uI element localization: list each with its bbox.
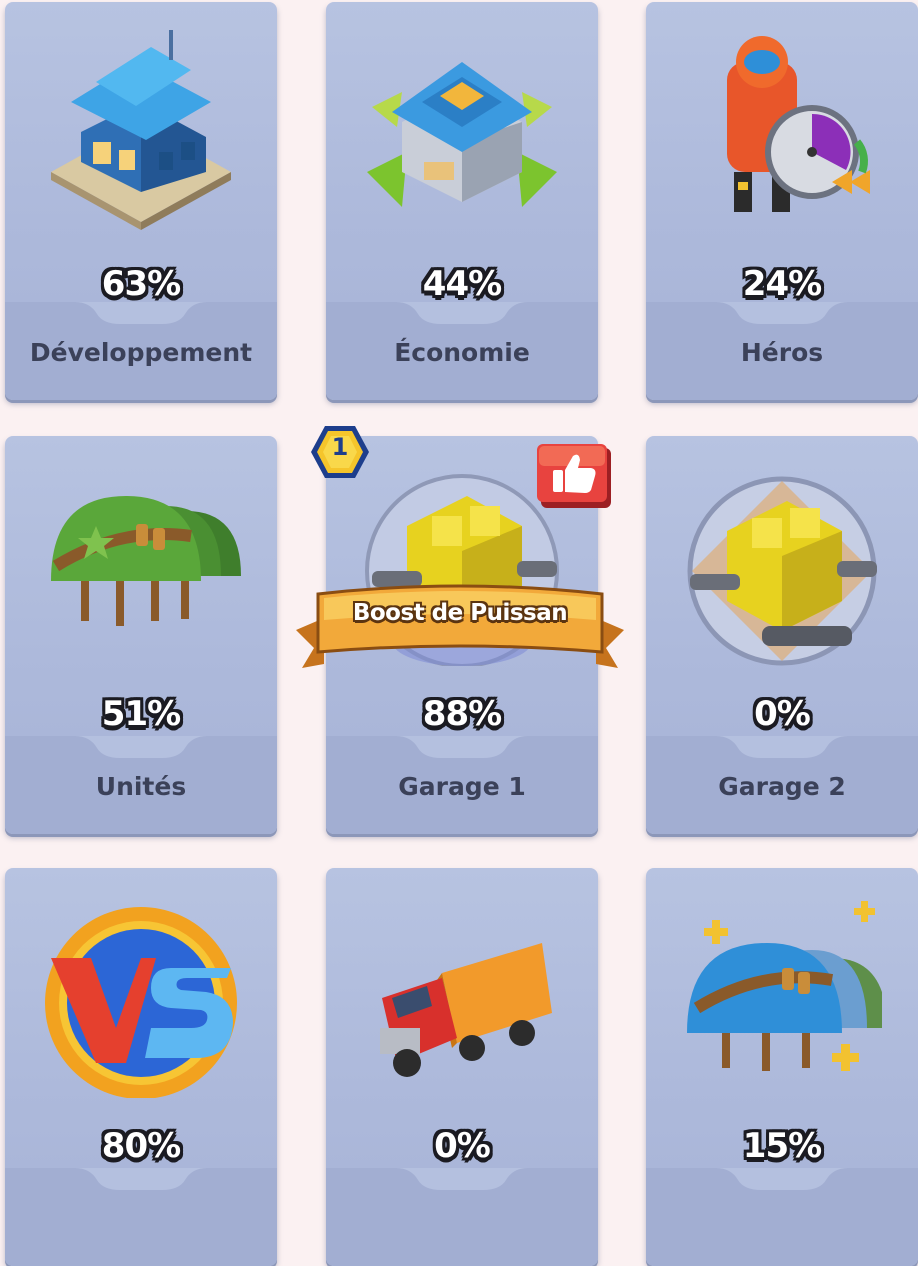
building-icon xyxy=(51,30,231,230)
level-badge-value: 1 xyxy=(331,433,349,461)
ribbon-banner xyxy=(296,584,624,668)
progress-percent: 51% xyxy=(101,694,181,734)
progress-percent: 63% xyxy=(101,264,181,304)
card-label: Héros xyxy=(740,338,824,367)
progress-percent: 0% xyxy=(434,1126,491,1166)
footer-notch xyxy=(646,302,918,324)
footer-notch xyxy=(326,1168,598,1190)
hero-speedup-icon xyxy=(727,36,870,212)
footer-notch xyxy=(5,302,277,324)
soldier-helmets-icon xyxy=(51,496,241,626)
footer-notch xyxy=(5,736,277,758)
footer-notch xyxy=(326,302,598,324)
card-label: Développement xyxy=(29,338,253,367)
footer-notch xyxy=(5,1168,277,1190)
progress-percent: 80% xyxy=(101,1126,181,1166)
card-label: Garage 1 xyxy=(398,772,526,801)
banner-text: Boost de Puissan xyxy=(352,600,568,626)
helmets-plus-icon xyxy=(687,901,882,1071)
versus-icon xyxy=(45,907,237,1098)
card-label: Unités xyxy=(95,772,187,801)
tank-garage-icon xyxy=(687,476,877,666)
card-transport[interactable]: 0% xyxy=(326,868,598,1266)
truck-icon xyxy=(380,943,552,1077)
card-unites[interactable]: 51% Unités xyxy=(5,436,277,834)
card-vs[interactable]: 80% xyxy=(5,868,277,1266)
card-label: Garage 2 xyxy=(718,772,846,801)
progress-percent: 0% xyxy=(754,694,811,734)
card-label: Économie xyxy=(394,338,530,367)
headquarters-expand-icon xyxy=(367,62,557,207)
card-developpement[interactable]: 63% Développement xyxy=(5,2,277,400)
progress-percent: 24% xyxy=(742,264,822,304)
footer-notch xyxy=(646,736,918,758)
progress-percent: 88% xyxy=(422,694,502,734)
card-unites-boost[interactable]: 15% xyxy=(646,868,918,1266)
footer-notch xyxy=(646,1168,918,1190)
card-garage2[interactable]: 0% Garage 2 xyxy=(646,436,918,834)
progress-percent: 44% xyxy=(422,264,502,304)
thumbs-up-icon xyxy=(537,444,611,508)
card-economie[interactable]: 44% Économie xyxy=(326,2,598,400)
card-heros[interactable]: 24% Héros xyxy=(646,2,918,400)
progress-percent: 15% xyxy=(742,1126,822,1166)
footer-notch xyxy=(326,736,598,758)
